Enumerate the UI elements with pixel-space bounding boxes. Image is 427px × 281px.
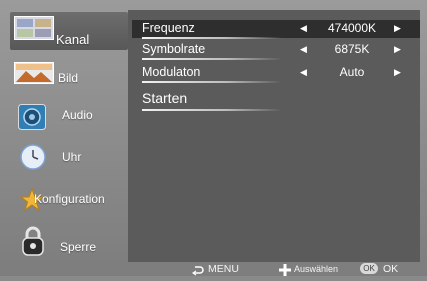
setting-label: Modulaton [142, 65, 201, 79]
lock-icon [22, 226, 44, 261]
sidebar-item-sperre[interactable]: Sperre [10, 222, 128, 260]
arrow-right-icon[interactable]: ▶ [394, 44, 401, 55]
arrow-right-icon[interactable]: ▶ [394, 67, 401, 78]
sidebar-item-uhr[interactable]: Uhr [10, 138, 128, 176]
sidebar-item-label: Bild [58, 71, 79, 85]
setting-value: 474000K [327, 21, 377, 35]
sidebar-item-kanal[interactable]: Kanal [10, 12, 128, 50]
settings-panel: Frequenz ◀ 474000K ▶ Symbolrate ◀ 6875K … [128, 10, 420, 262]
row-underline [142, 37, 282, 39]
row-underline [142, 81, 282, 83]
row-underline [142, 58, 282, 60]
footer-hints: MENU Auswählen OK OK [0, 262, 427, 276]
speaker-icon [18, 104, 46, 135]
sidebar-item-label: Audio [62, 108, 93, 122]
setting-row-symbolrate[interactable]: Symbolrate ◀ 6875K ▶ [142, 41, 414, 60]
sidebar-item-label: Uhr [62, 150, 82, 164]
sidebar-item-label: Kanal [56, 32, 90, 47]
setting-row-frequenz[interactable]: Frequenz ◀ 474000K ▶ [132, 20, 420, 39]
setting-label: Frequenz [142, 21, 195, 35]
menu-hint: MENU [208, 263, 239, 275]
row-underline [142, 109, 282, 111]
setting-row-starten[interactable]: Starten [142, 90, 414, 111]
arrow-left-icon[interactable]: ◀ [300, 23, 307, 34]
clock-icon [20, 144, 46, 175]
sidebar: Kanal Bild Audio Uhr Konfiguration Sperr… [10, 10, 128, 262]
setting-value: Auto [339, 65, 365, 79]
select-hint: Auswählen [294, 264, 339, 274]
sidebar-item-label: Sperre [60, 240, 97, 254]
ok-hint: OK [383, 263, 399, 275]
tv-channel-icon [14, 16, 54, 45]
sidebar-item-konfiguration[interactable]: Konfiguration [10, 180, 128, 218]
setting-row-modulaton[interactable]: Modulaton ◀ Auto ▶ [142, 64, 414, 83]
arrow-left-icon[interactable]: ◀ [300, 44, 307, 55]
setting-label: Starten [142, 90, 188, 106]
dpad-icon [279, 263, 291, 281]
sidebar-item-bild[interactable]: Bild [10, 54, 128, 92]
picture-icon [14, 62, 54, 89]
sidebar-item-label: Konfiguration [34, 192, 105, 206]
sidebar-item-audio[interactable]: Audio [10, 96, 128, 134]
return-icon [191, 263, 204, 281]
arrow-left-icon[interactable]: ◀ [300, 67, 307, 78]
setting-label: Symbolrate [142, 42, 206, 56]
setting-value: 6875K [334, 42, 370, 56]
ok-key-icon: OK [360, 263, 378, 274]
arrow-right-icon[interactable]: ▶ [394, 23, 401, 34]
